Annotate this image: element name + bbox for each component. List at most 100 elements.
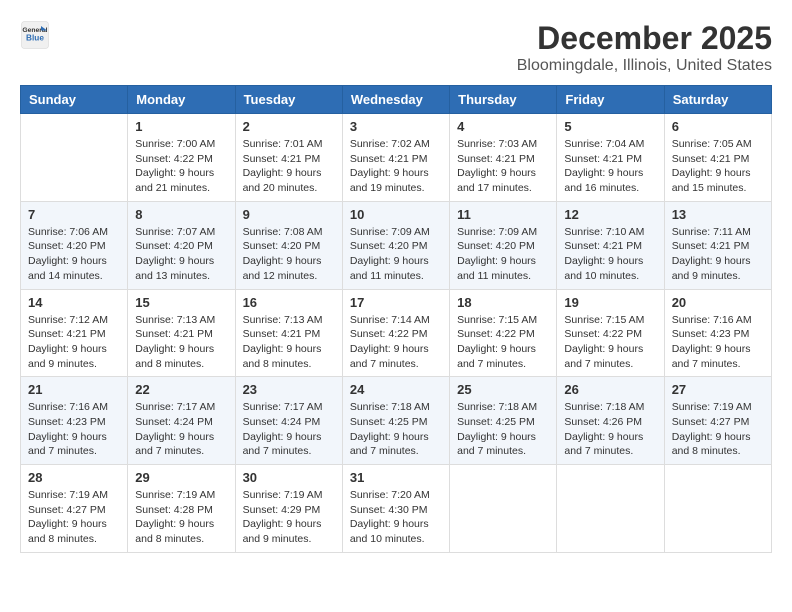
day-info: Sunrise: 7:09 AMSunset: 4:20 PMDaylight:…: [350, 225, 442, 284]
calendar-week-row: 7 Sunrise: 7:06 AMSunset: 4:20 PMDaylight…: [21, 201, 772, 289]
page-header: General Blue December 2025 Bloomingdale,…: [20, 20, 772, 75]
day-number: 14: [28, 295, 120, 310]
day-info: Sunrise: 7:03 AMSunset: 4:21 PMDaylight:…: [457, 137, 549, 196]
day-number: 7: [28, 207, 120, 222]
day-info: Sunrise: 7:17 AMSunset: 4:24 PMDaylight:…: [243, 400, 335, 459]
day-info: Sunrise: 7:14 AMSunset: 4:22 PMDaylight:…: [350, 313, 442, 372]
day-number: 23: [243, 382, 335, 397]
day-info: Sunrise: 7:19 AMSunset: 4:28 PMDaylight:…: [135, 488, 227, 547]
calendar-cell: 2 Sunrise: 7:01 AMSunset: 4:21 PMDaylight…: [235, 114, 342, 202]
calendar-cell: 14 Sunrise: 7:12 AMSunset: 4:21 PMDayligh…: [21, 289, 128, 377]
day-info: Sunrise: 7:15 AMSunset: 4:22 PMDaylight:…: [457, 313, 549, 372]
weekday-header-tuesday: Tuesday: [235, 86, 342, 114]
day-number: 2: [243, 119, 335, 134]
weekday-header-wednesday: Wednesday: [342, 86, 449, 114]
day-number: 22: [135, 382, 227, 397]
day-info: Sunrise: 7:16 AMSunset: 4:23 PMDaylight:…: [28, 400, 120, 459]
weekday-header-friday: Friday: [557, 86, 664, 114]
day-number: 24: [350, 382, 442, 397]
day-info: Sunrise: 7:18 AMSunset: 4:25 PMDaylight:…: [350, 400, 442, 459]
calendar-cell: 25Sunrise: 7:18 AMSunset: 4:25 PMDayligh…: [450, 377, 557, 465]
logo-icon: General Blue: [20, 20, 50, 50]
calendar-cell: 8 Sunrise: 7:07 AMSunset: 4:20 PMDaylight…: [128, 201, 235, 289]
calendar-cell: [450, 465, 557, 553]
calendar-cell: 6 Sunrise: 7:05 AMSunset: 4:21 PMDaylight…: [664, 114, 771, 202]
day-number: 30: [243, 470, 335, 485]
calendar-cell: 16 Sunrise: 7:13 AMSunset: 4:21 PMDayligh…: [235, 289, 342, 377]
weekday-header-monday: Monday: [128, 86, 235, 114]
day-info: Sunrise: 7:04 AMSunset: 4:21 PMDaylight:…: [564, 137, 656, 196]
day-info: Sunrise: 7:07 AMSunset: 4:20 PMDaylight:…: [135, 225, 227, 284]
day-info: Sunrise: 7:13 AMSunset: 4:21 PMDaylight:…: [243, 313, 335, 372]
calendar-cell: 26 Sunrise: 7:18 AMSunset: 4:26 PMDayligh…: [557, 377, 664, 465]
day-number: 27: [672, 382, 764, 397]
calendar-week-row: 28Sunrise: 7:19 AMSunset: 4:27 PMDayligh…: [21, 465, 772, 553]
calendar-cell: 13 Sunrise: 7:11 AMSunset: 4:21 PMDayligh…: [664, 201, 771, 289]
calendar-table: SundayMondayTuesdayWednesdayThursdayFrid…: [20, 85, 772, 553]
day-info: Sunrise: 7:08 AMSunset: 4:20 PMDaylight:…: [243, 225, 335, 284]
day-info: Sunrise: 7:12 AMSunset: 4:21 PMDaylight:…: [28, 313, 120, 372]
weekday-header-row: SundayMondayTuesdayWednesdayThursdayFrid…: [21, 86, 772, 114]
calendar-cell: 21 Sunrise: 7:16 AMSunset: 4:23 PMDayligh…: [21, 377, 128, 465]
day-number: 4: [457, 119, 549, 134]
day-info: Sunrise: 7:05 AMSunset: 4:21 PMDaylight:…: [672, 137, 764, 196]
calendar-cell: 18 Sunrise: 7:15 AMSunset: 4:22 PMDayligh…: [450, 289, 557, 377]
logo: General Blue: [20, 20, 50, 50]
calendar-cell: 10Sunrise: 7:09 AMSunset: 4:20 PMDayligh…: [342, 201, 449, 289]
day-number: 8: [135, 207, 227, 222]
day-number: 31: [350, 470, 442, 485]
day-number: 12: [564, 207, 656, 222]
day-info: Sunrise: 7:20 AMSunset: 4:30 PMDaylight:…: [350, 488, 442, 547]
calendar-week-row: 21 Sunrise: 7:16 AMSunset: 4:23 PMDayligh…: [21, 377, 772, 465]
calendar-cell: 24 Sunrise: 7:18 AMSunset: 4:25 PMDayligh…: [342, 377, 449, 465]
day-number: 26: [564, 382, 656, 397]
calendar-cell: 5Sunrise: 7:04 AMSunset: 4:21 PMDaylight…: [557, 114, 664, 202]
day-number: 1: [135, 119, 227, 134]
weekday-header-thursday: Thursday: [450, 86, 557, 114]
calendar-cell: 31 Sunrise: 7:20 AMSunset: 4:30 PMDayligh…: [342, 465, 449, 553]
calendar-cell: 4 Sunrise: 7:03 AMSunset: 4:21 PMDaylight…: [450, 114, 557, 202]
day-info: Sunrise: 7:18 AMSunset: 4:26 PMDaylight:…: [564, 400, 656, 459]
calendar-cell: 23 Sunrise: 7:17 AMSunset: 4:24 PMDayligh…: [235, 377, 342, 465]
day-number: 28: [28, 470, 120, 485]
calendar-cell: 22 Sunrise: 7:17 AMSunset: 4:24 PMDayligh…: [128, 377, 235, 465]
day-info: Sunrise: 7:06 AMSunset: 4:20 PMDaylight:…: [28, 225, 120, 284]
day-number: 16: [243, 295, 335, 310]
day-number: 9: [243, 207, 335, 222]
calendar-cell: 7 Sunrise: 7:06 AMSunset: 4:20 PMDaylight…: [21, 201, 128, 289]
day-number: 13: [672, 207, 764, 222]
day-number: 6: [672, 119, 764, 134]
day-info: Sunrise: 7:17 AMSunset: 4:24 PMDaylight:…: [135, 400, 227, 459]
day-number: 29: [135, 470, 227, 485]
calendar-cell: [21, 114, 128, 202]
calendar-cell: [664, 465, 771, 553]
calendar-cell: 15Sunrise: 7:13 AMSunset: 4:21 PMDayligh…: [128, 289, 235, 377]
day-number: 17: [350, 295, 442, 310]
day-number: 21: [28, 382, 120, 397]
day-info: Sunrise: 7:02 AMSunset: 4:21 PMDaylight:…: [350, 137, 442, 196]
day-info: Sunrise: 7:11 AMSunset: 4:21 PMDaylight:…: [672, 225, 764, 284]
day-info: Sunrise: 7:13 AMSunset: 4:21 PMDaylight:…: [135, 313, 227, 372]
day-info: Sunrise: 7:18 AMSunset: 4:25 PMDaylight:…: [457, 400, 549, 459]
calendar-cell: 9 Sunrise: 7:08 AMSunset: 4:20 PMDaylight…: [235, 201, 342, 289]
weekday-header-saturday: Saturday: [664, 86, 771, 114]
calendar-cell: 17 Sunrise: 7:14 AMSunset: 4:22 PMDayligh…: [342, 289, 449, 377]
day-info: Sunrise: 7:01 AMSunset: 4:21 PMDaylight:…: [243, 137, 335, 196]
day-number: 18: [457, 295, 549, 310]
weekday-header-sunday: Sunday: [21, 86, 128, 114]
calendar-cell: 1Sunrise: 7:00 AMSunset: 4:22 PMDaylight…: [128, 114, 235, 202]
day-info: Sunrise: 7:10 AMSunset: 4:21 PMDaylight:…: [564, 225, 656, 284]
day-info: Sunrise: 7:15 AMSunset: 4:22 PMDaylight:…: [564, 313, 656, 372]
day-number: 11: [457, 207, 549, 222]
calendar-cell: 12 Sunrise: 7:10 AMSunset: 4:21 PMDayligh…: [557, 201, 664, 289]
calendar-cell: 11Sunrise: 7:09 AMSunset: 4:20 PMDayligh…: [450, 201, 557, 289]
svg-text:Blue: Blue: [26, 33, 44, 42]
calendar-cell: 19Sunrise: 7:15 AMSunset: 4:22 PMDayligh…: [557, 289, 664, 377]
title-area: December 2025 Bloomingdale, Illinois, Un…: [517, 20, 772, 75]
day-info: Sunrise: 7:16 AMSunset: 4:23 PMDaylight:…: [672, 313, 764, 372]
day-info: Sunrise: 7:19 AMSunset: 4:27 PMDaylight:…: [672, 400, 764, 459]
calendar-cell: 20Sunrise: 7:16 AMSunset: 4:23 PMDayligh…: [664, 289, 771, 377]
calendar-cell: 30Sunrise: 7:19 AMSunset: 4:29 PMDayligh…: [235, 465, 342, 553]
calendar-cell: [557, 465, 664, 553]
calendar-week-row: 1Sunrise: 7:00 AMSunset: 4:22 PMDaylight…: [21, 114, 772, 202]
